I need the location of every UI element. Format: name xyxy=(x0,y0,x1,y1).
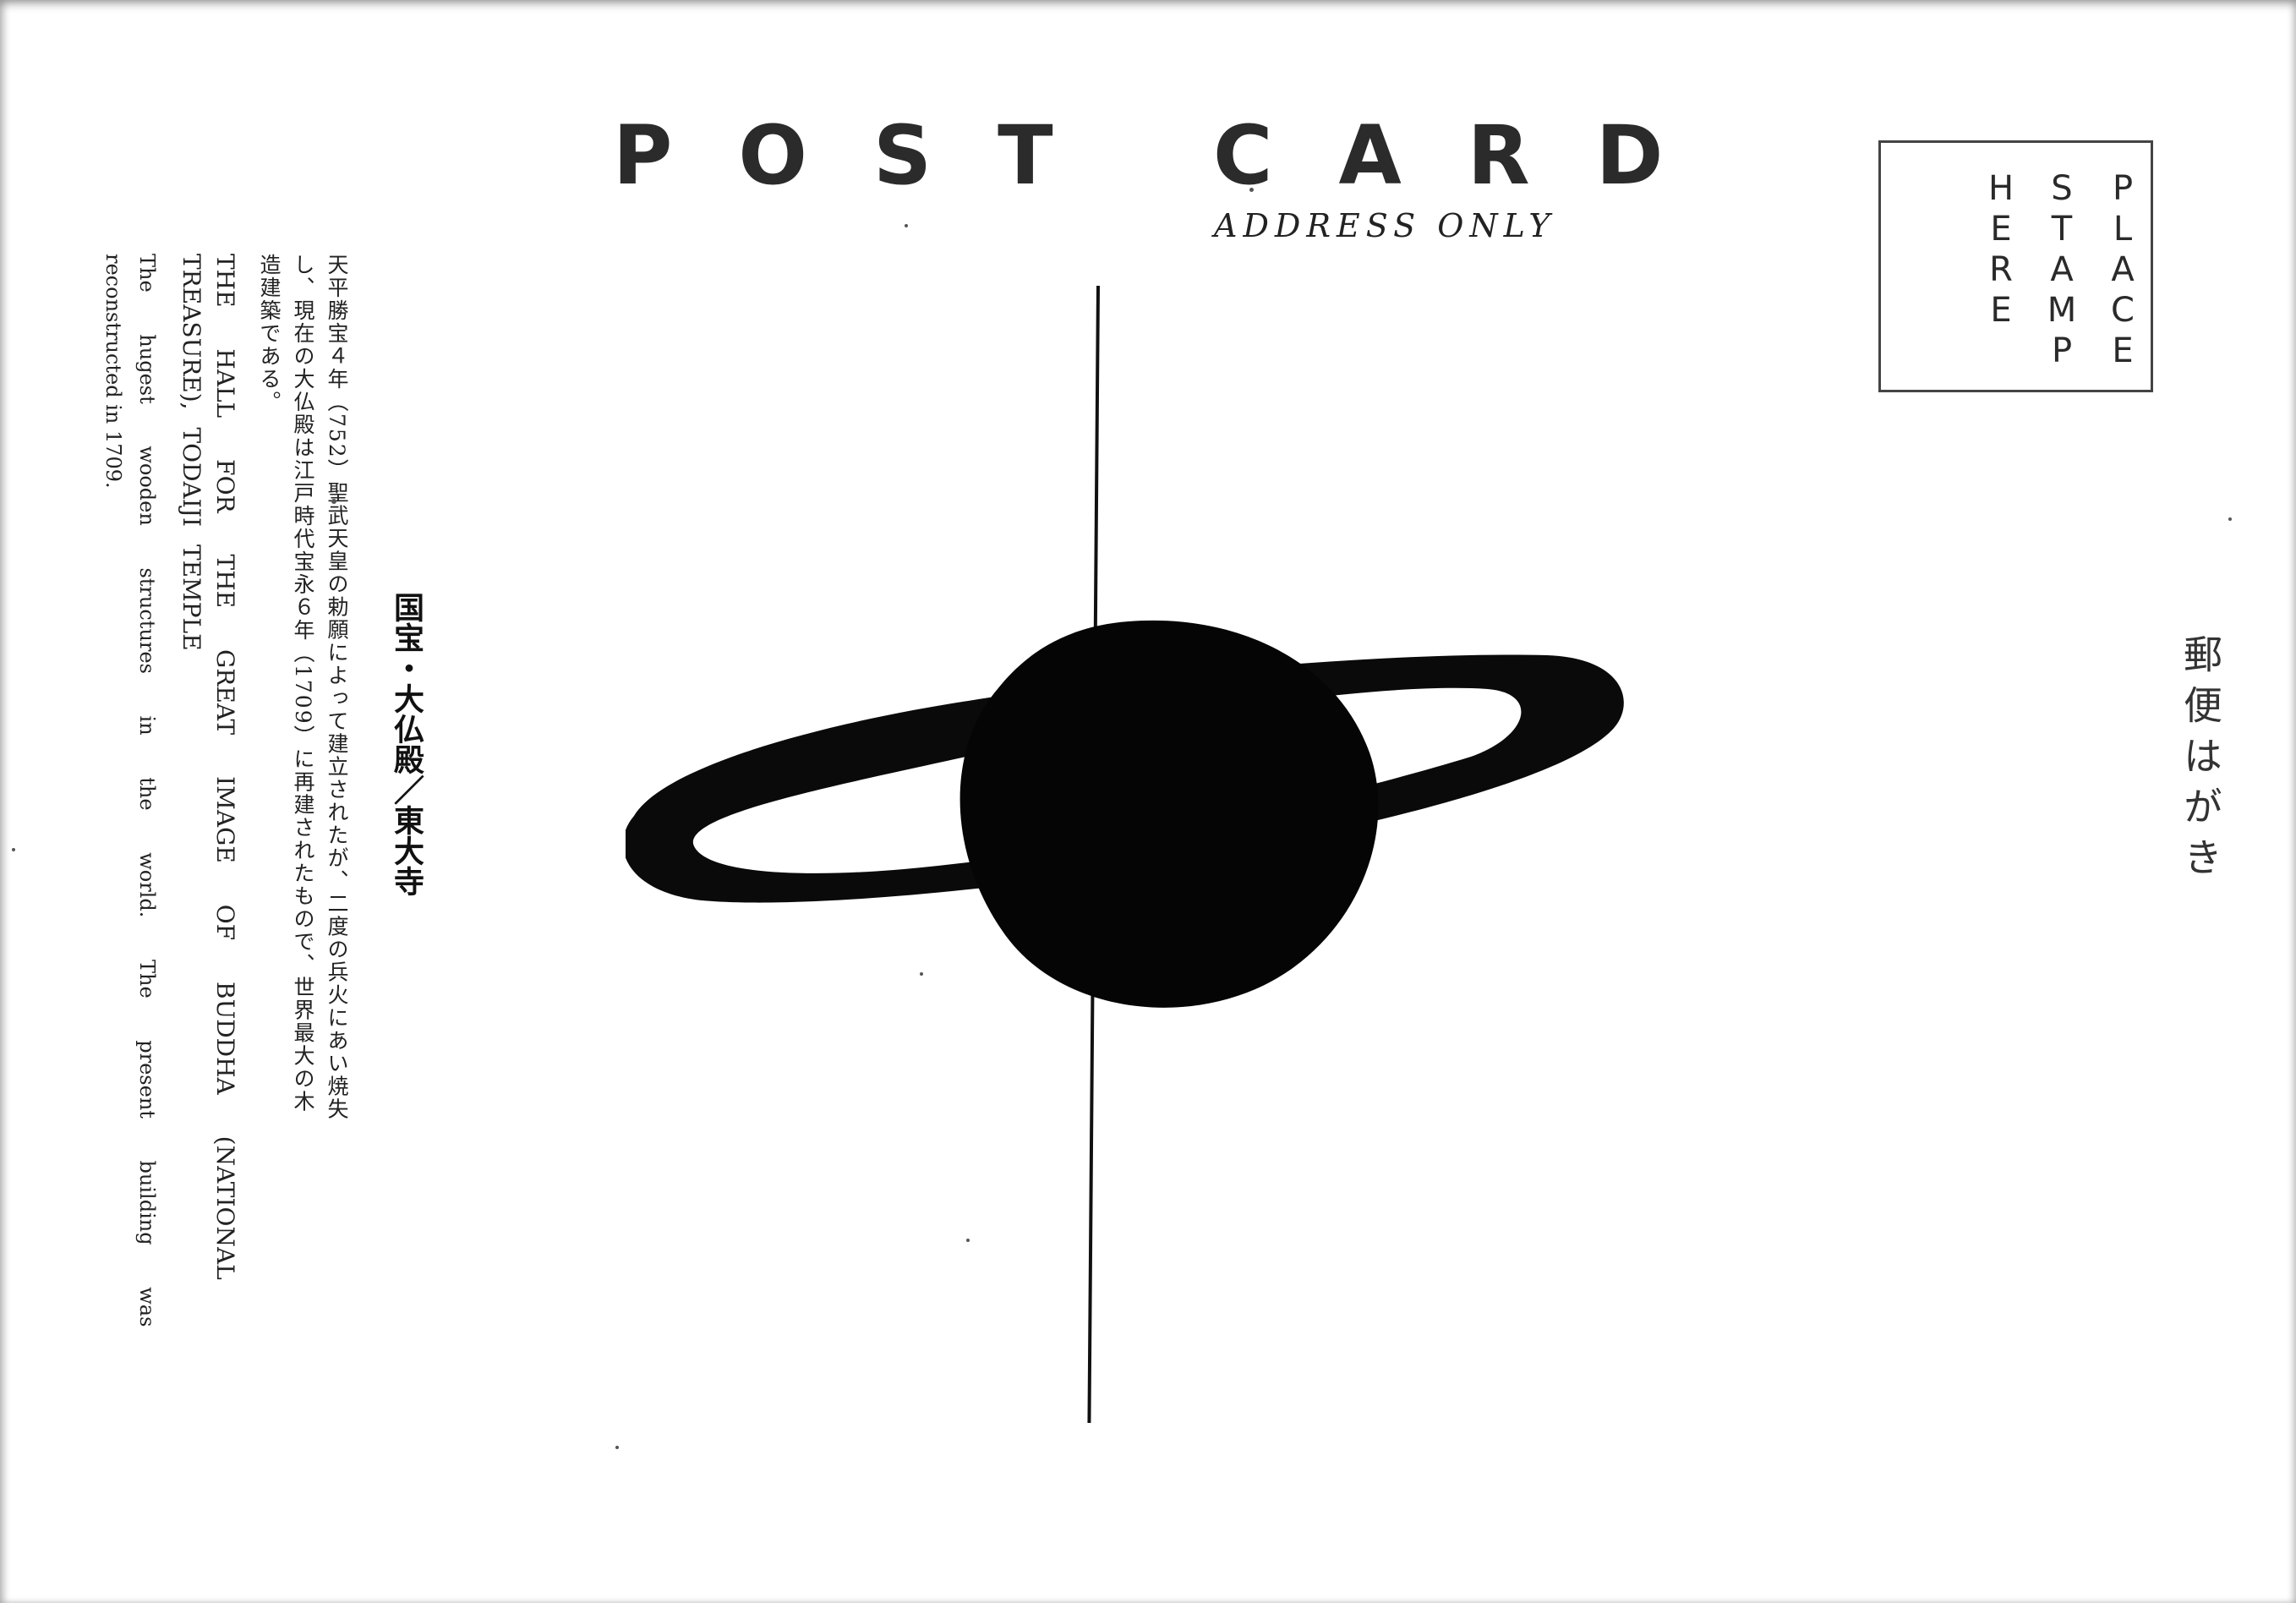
stamp-box-text: PLACE STAMP HERE xyxy=(1956,169,2142,372)
address-only-label: ADDRESS ONLY xyxy=(1214,207,1556,244)
ink-speck xyxy=(615,1446,619,1449)
caption-heading: 国宝・大仏殿／東大寺 xyxy=(389,592,424,896)
ink-speck xyxy=(331,499,336,504)
ink-speck xyxy=(1249,188,1254,192)
ink-speck xyxy=(2228,517,2232,521)
caption-japanese-line: し、現在の大仏殿は江戸時代宝永６年（1709）に再建されたもので、世界最大の木 xyxy=(291,254,315,1113)
stamp-line-stamp: STAMP xyxy=(2042,169,2081,372)
ink-speck xyxy=(12,848,15,851)
caption-japanese-line: 造建築である。 xyxy=(257,254,282,413)
ink-speck xyxy=(920,972,923,976)
saturn-body xyxy=(959,620,1379,1008)
postcard-title: POST CARD xyxy=(613,108,1730,203)
postcard-japanese-label: 郵便はがき xyxy=(2178,634,2223,888)
caption-japanese-line: 天平勝宝４年（752）聖武天皇の勅願によって建立されたが、二度の兵火にあい焼失 xyxy=(325,254,349,1121)
caption-english-line: The hugest wooden structures in the worl… xyxy=(135,254,159,1327)
ink-speck xyxy=(966,1239,970,1242)
caption-block: 国宝・大仏殿／東大寺 天平勝宝４年（752）聖武天皇の勅願によって建立されたが、… xyxy=(52,254,424,1387)
caption-english-line: TREASURE), TODAIJI TEMPLE xyxy=(178,254,205,651)
caption-english-line: THE HALL FOR THE GREAT IMAGE OF BUDDHA (… xyxy=(211,254,239,1280)
saturn-planet-drawing xyxy=(626,620,1624,1008)
ink-speck xyxy=(905,224,908,227)
stamp-line-place: PLACE xyxy=(2103,169,2142,372)
stamp-line-here: HERE xyxy=(1982,169,2020,331)
caption-english-line: reconstructed in 1709. xyxy=(101,254,125,489)
